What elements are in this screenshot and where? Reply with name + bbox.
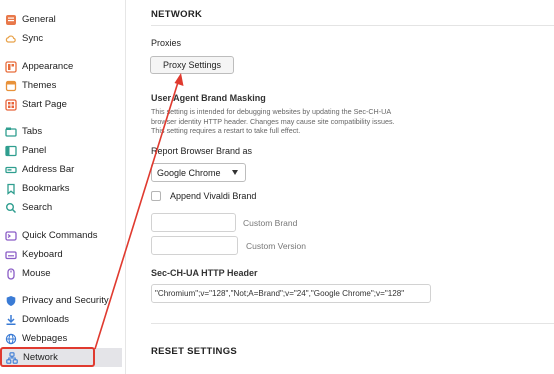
panel-icon (5, 145, 17, 157)
keyboard-icon (5, 249, 17, 261)
sidebar-item-label: Themes (22, 80, 57, 91)
sec-ch-ua-header-field[interactable]: "Chromium";v="128","Not;A=Brand";v="24",… (151, 284, 431, 303)
sidebar-item-themes[interactable]: Themes (0, 76, 124, 95)
appearance-icon (5, 60, 17, 73)
sidebar-item-general[interactable]: General (0, 10, 124, 29)
sidebar-item-label: Keyboard (22, 249, 63, 260)
sidebar-item-label: Start Page (22, 99, 67, 110)
sidebar-item-label: Downloads (22, 314, 69, 325)
section-title-reset-settings: RESET SETTINGS (151, 346, 238, 357)
sidebar-item-label: Webpages (22, 333, 68, 344)
custom-brand-input[interactable] (151, 213, 236, 232)
sidebar-item-search[interactable]: Search (0, 198, 124, 217)
sidebar-item-start-page[interactable]: Start Page (0, 95, 124, 114)
sidebar-item-address-bar[interactable]: Address Bar (0, 160, 124, 179)
cloud-icon (5, 33, 17, 45)
tabs-icon (5, 126, 17, 138)
sidebar-item-downloads[interactable]: Downloads (0, 310, 124, 329)
append-vivaldi-brand-label: Append Vivaldi Brand (170, 191, 257, 201)
sidebar-item-label: Tabs (22, 126, 43, 137)
mouse-icon (5, 267, 17, 280)
address-bar-icon (5, 164, 17, 176)
themes-icon (5, 80, 17, 92)
sidebar-item-label: Sync (22, 33, 44, 44)
bookmark-icon (5, 183, 17, 195)
ua-masking-heading: User Agent Brand Masking (151, 93, 266, 103)
sidebar-item-webpages[interactable]: Webpages (0, 329, 124, 348)
custom-version-input[interactable] (151, 236, 238, 255)
search-icon (5, 202, 17, 214)
shield-icon (5, 295, 17, 307)
sidebar-item-quick-commands[interactable]: Quick Commands (0, 226, 124, 245)
sec-ch-ua-header-label: Sec-CH-UA HTTP Header (151, 268, 258, 278)
browser-brand-select[interactable]: Google Chrome (151, 163, 246, 182)
quick-commands-icon (5, 230, 17, 242)
proxy-settings-button[interactable]: Proxy Settings (150, 56, 234, 74)
sidebar-item-label: Quick Commands (22, 230, 98, 241)
settings-content: NETWORK Proxies Proxy Settings User Agen… (126, 0, 554, 374)
sidebar-item-sync[interactable]: Sync (0, 29, 124, 48)
sidebar-item-appearance[interactable]: Appearance (0, 57, 124, 76)
sidebar-item-label: Privacy and Security (22, 295, 109, 306)
download-icon (5, 314, 17, 326)
globe-icon (5, 333, 17, 345)
section-title-network: NETWORK (151, 9, 203, 20)
general-icon (5, 14, 17, 26)
proxies-heading: Proxies (151, 38, 182, 48)
sidebar-item-label: Mouse (22, 268, 51, 279)
custom-brand-label: Custom Brand (243, 218, 298, 228)
sidebar-item-bookmarks[interactable]: Bookmarks (0, 179, 124, 198)
annotation-highlight-box (0, 347, 95, 367)
custom-version-label: Custom Version (246, 241, 306, 251)
sidebar-item-label: Search (22, 202, 53, 213)
section-divider (151, 25, 554, 26)
sidebar-item-label: General (22, 14, 56, 25)
settings-sidebar: General Sync Appearance Themes Start Pag… (0, 0, 126, 374)
sidebar-item-label: Appearance (22, 61, 74, 72)
start-page-icon (5, 98, 17, 111)
browser-brand-select-value: Google Chrome (157, 167, 221, 178)
append-vivaldi-brand-checkbox[interactable] (151, 191, 161, 201)
sidebar-item-keyboard[interactable]: Keyboard (0, 245, 124, 264)
sidebar-item-label: Panel (22, 145, 47, 156)
sidebar-item-label: Bookmarks (22, 183, 70, 194)
section-divider (151, 323, 554, 324)
chevron-down-icon (232, 170, 238, 175)
report-brand-label: Report Browser Brand as (151, 146, 253, 156)
ua-masking-description: This setting is intended for debugging w… (151, 107, 395, 136)
sidebar-item-mouse[interactable]: Mouse (0, 264, 124, 283)
sidebar-item-privacy-and-security[interactable]: Privacy and Security (0, 291, 124, 310)
sidebar-item-tabs[interactable]: Tabs (0, 122, 124, 141)
sidebar-item-panel[interactable]: Panel (0, 141, 124, 160)
sidebar-item-label: Address Bar (22, 164, 75, 175)
